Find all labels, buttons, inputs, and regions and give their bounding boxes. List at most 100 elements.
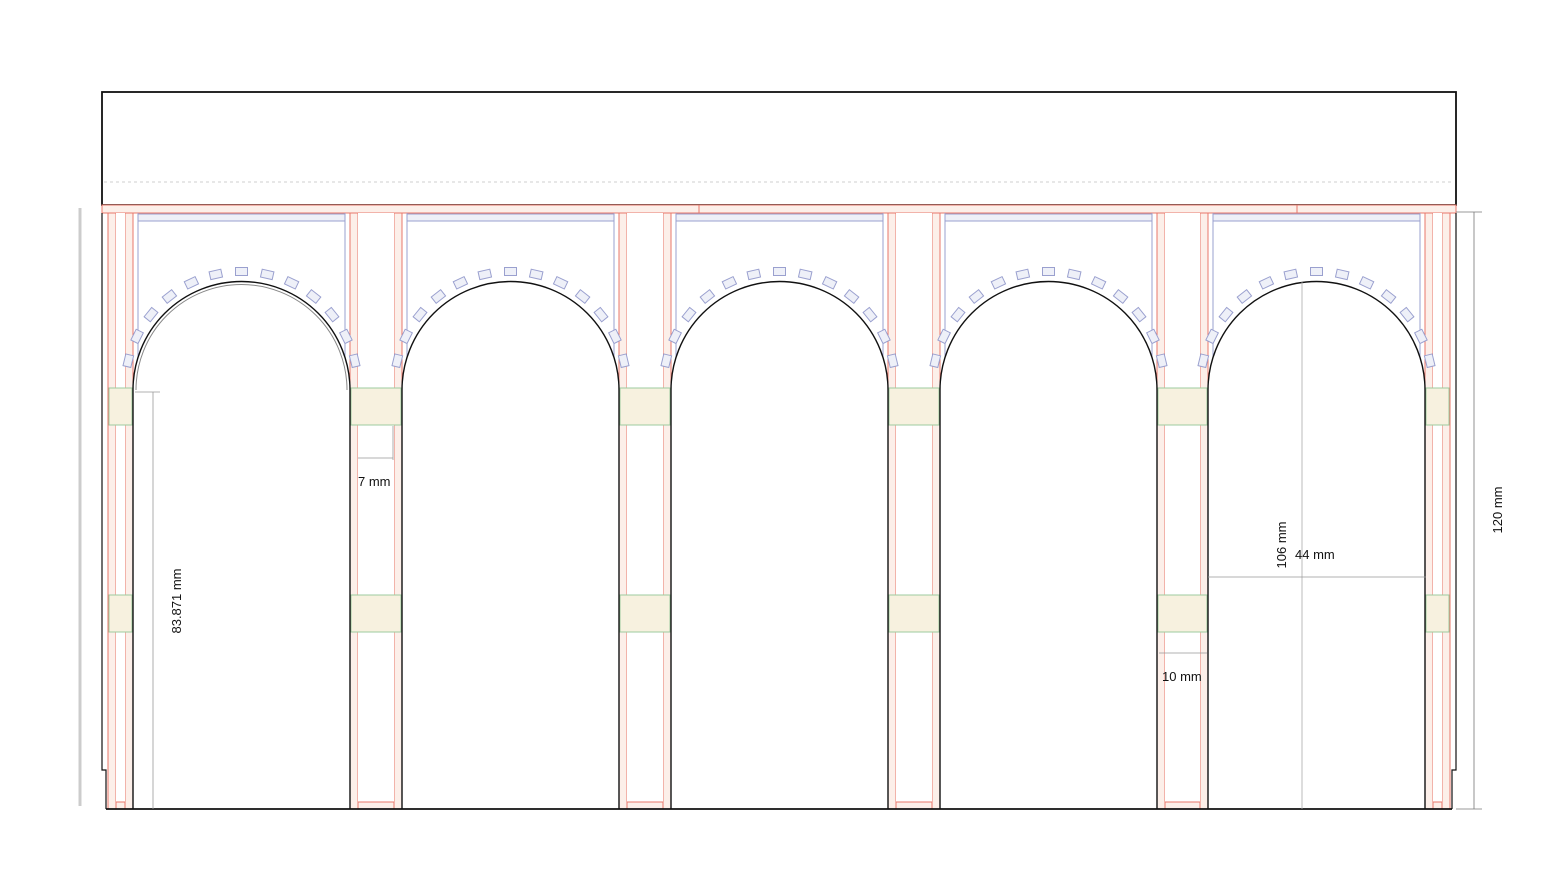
voussoir xyxy=(1283,268,1299,281)
pier-block xyxy=(1157,594,1208,633)
voussoir xyxy=(593,306,609,323)
arch-opening xyxy=(401,280,620,809)
spandrel-lintel xyxy=(406,213,615,222)
arcade-elevation-drawing: 120 mm 83.871 mm 7 mm 10 mm 106 mm 44 mm xyxy=(78,91,1505,810)
pier-plinth xyxy=(115,801,126,810)
voussoir xyxy=(746,268,762,281)
voussoir xyxy=(183,275,200,290)
spandrel-lintel xyxy=(137,213,346,222)
voussoir xyxy=(143,306,159,323)
pier-core xyxy=(358,213,394,809)
pier-block xyxy=(888,594,940,633)
pier-width-label: 7 mm xyxy=(358,474,391,489)
pier-height-label: 83.871 mm xyxy=(169,568,184,633)
arch-opening xyxy=(939,280,1158,809)
voussoir xyxy=(1334,268,1350,281)
dimension-total-height: 120 mm xyxy=(1456,211,1505,810)
voussoir xyxy=(1090,275,1107,290)
arch-opening xyxy=(132,280,351,809)
voussoir xyxy=(528,268,544,281)
voussoir xyxy=(477,268,493,281)
pier-core xyxy=(1165,213,1200,809)
pier-block xyxy=(108,594,133,633)
arches xyxy=(122,213,1436,809)
pier-block xyxy=(350,387,402,426)
voussoir xyxy=(430,288,447,305)
voussoir xyxy=(1358,275,1375,290)
pier-block xyxy=(108,387,133,426)
voussoir xyxy=(552,275,569,290)
spandrel-lintel xyxy=(1212,213,1421,222)
pier xyxy=(107,212,134,810)
pier-block xyxy=(619,594,671,633)
pier-plinth xyxy=(1164,801,1201,810)
voussoir xyxy=(968,288,985,305)
voussoir xyxy=(1112,288,1129,305)
arch xyxy=(122,213,361,809)
pier-core xyxy=(896,213,932,809)
pier-block xyxy=(888,387,940,426)
pier-block xyxy=(619,387,671,426)
voussoir xyxy=(1131,306,1147,323)
voussoir xyxy=(1236,288,1253,305)
voussoir xyxy=(504,267,517,276)
voussoir xyxy=(843,288,860,305)
pier xyxy=(349,212,403,810)
voussoir xyxy=(305,288,322,305)
pier-core xyxy=(627,213,663,809)
voussoir xyxy=(412,306,428,323)
voussoir xyxy=(699,288,716,305)
total-height-label: 120 mm xyxy=(1490,487,1505,534)
voussoir xyxy=(721,275,738,290)
voussoir xyxy=(797,268,813,281)
arch-opening xyxy=(1207,280,1426,809)
voussoir xyxy=(283,275,300,290)
pier xyxy=(1156,212,1209,810)
opening-width-label: 44 mm xyxy=(1295,547,1335,562)
pier-core xyxy=(1433,213,1442,809)
pier-block xyxy=(1157,387,1208,426)
pier xyxy=(618,212,672,810)
voussoir xyxy=(773,267,786,276)
left-end-step xyxy=(101,213,107,809)
pier-plinth xyxy=(895,801,933,810)
pier xyxy=(887,212,941,810)
opening-height-label: 106 mm xyxy=(1274,522,1289,569)
pier-block xyxy=(350,594,402,633)
voussoir xyxy=(235,267,248,276)
pier-core xyxy=(116,213,125,809)
pier-block xyxy=(1425,387,1450,426)
voussoir xyxy=(574,288,591,305)
voussoir xyxy=(821,275,838,290)
pier-plinth xyxy=(1432,801,1443,810)
voussoir xyxy=(990,275,1007,290)
voussoir xyxy=(1380,288,1397,305)
arch xyxy=(391,213,630,809)
voussoir xyxy=(681,306,697,323)
voussoir xyxy=(259,268,275,281)
spandrel-lintel xyxy=(944,213,1153,222)
spandrel-lintel xyxy=(675,213,884,222)
voussoir xyxy=(452,275,469,290)
voussoir xyxy=(208,268,224,281)
parapet xyxy=(101,91,1457,206)
voussoir xyxy=(1218,306,1234,323)
voussoir xyxy=(1399,306,1415,323)
voussoir xyxy=(324,306,340,323)
right-end-step xyxy=(1451,213,1457,809)
arch xyxy=(1197,213,1436,809)
arch-opening xyxy=(670,280,889,809)
pier-plinth xyxy=(357,801,395,810)
arch xyxy=(929,213,1168,809)
voussoir xyxy=(1258,275,1275,290)
voussoir xyxy=(161,288,178,305)
voussoir xyxy=(862,306,878,323)
pier-gap-label: 10 mm xyxy=(1162,669,1202,684)
voussoir xyxy=(1015,268,1031,281)
frame-cornice xyxy=(101,204,1457,214)
voussoir xyxy=(1066,268,1082,281)
voussoir xyxy=(950,306,966,323)
voussoir xyxy=(1042,267,1055,276)
pier xyxy=(1424,212,1451,810)
arch xyxy=(660,213,899,809)
